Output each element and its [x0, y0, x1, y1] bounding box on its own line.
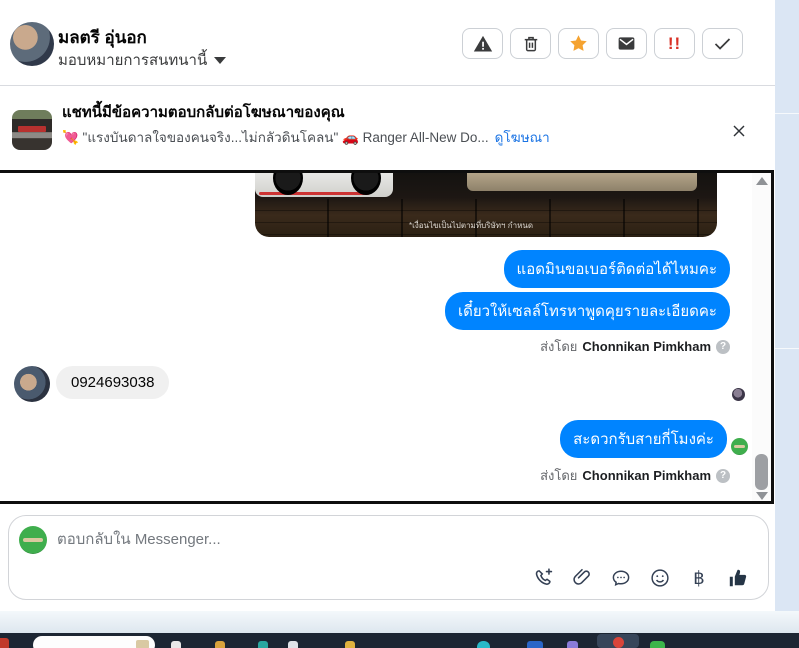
- close-icon: [729, 121, 749, 141]
- conversation-name: มลตรี อุ่นอก: [58, 28, 147, 47]
- message-bubble-outgoing[interactable]: เดี๋ยวให้เซลล์โทรหาพูดคุยรายละเอียดคะ: [444, 292, 730, 330]
- conversation-actions: !!: [462, 28, 743, 59]
- taskbar-search-box[interactable]: [33, 636, 155, 648]
- message-bubble-outgoing[interactable]: แอดมินขอเบอร์ติดต่อได้ไหมคะ: [503, 250, 730, 288]
- taskbar-icon[interactable]: [527, 641, 543, 648]
- like-button[interactable]: [726, 566, 750, 590]
- star-icon: [568, 33, 589, 54]
- mark-unread-button[interactable]: [606, 28, 647, 59]
- inbox-window: มลตรี อุ่นอก มอบหมายการสนทนานี้ !! แชทนี…: [0, 0, 799, 648]
- message-bubble-incoming[interactable]: 0924693038: [56, 366, 170, 399]
- attach-button[interactable]: [570, 566, 594, 590]
- taskbar-icon[interactable]: [0, 638, 9, 648]
- assign-conversation-dropdown[interactable]: มอบหมายการสนทนานี้: [58, 48, 227, 72]
- sent-by-label: ส่งโดย: [540, 468, 578, 483]
- search-logo-icon: [136, 640, 149, 648]
- delete-button[interactable]: [510, 28, 551, 59]
- ad-banner-title: แชทนี้มีข้อความตอบกลับต่อโฆษณาของคุณ: [62, 104, 345, 121]
- header-divider: [0, 85, 775, 86]
- saved-replies-button[interactable]: [609, 566, 633, 590]
- help-icon[interactable]: ?: [716, 339, 730, 354]
- chat-scrollbar[interactable]: [752, 173, 771, 501]
- baht-icon: ฿: [693, 567, 705, 588]
- check-icon: [712, 33, 733, 54]
- envelope-icon: [616, 33, 637, 54]
- taskbar-icon[interactable]: [650, 641, 665, 648]
- truck-tan: [467, 173, 697, 191]
- help-icon[interactable]: ?: [716, 468, 730, 483]
- star-button[interactable]: [558, 28, 599, 59]
- avatar[interactable]: [10, 22, 54, 66]
- taskbar-icon[interactable]: [171, 641, 181, 648]
- report-button[interactable]: [462, 28, 503, 59]
- taskbar-icon[interactable]: [258, 641, 268, 648]
- chat-frame-border-bottom: [0, 501, 774, 504]
- assign-label: มอบหมายการสนทนานี้: [58, 52, 208, 69]
- taskbar-icon[interactable]: [215, 641, 225, 648]
- ad-thumbnail[interactable]: [12, 110, 52, 150]
- reply-input[interactable]: [57, 526, 537, 552]
- double-exclamation-icon: !!: [667, 33, 682, 53]
- chat-scrollbar-thumb[interactable]: [755, 454, 768, 490]
- warning-triangle-icon: [472, 33, 494, 55]
- scroll-up-arrow-icon[interactable]: [756, 177, 768, 185]
- ad-image-caption: *เงื่อนไขเป็นไปตามที่บริษัทฯ กำหนด: [408, 221, 534, 230]
- ad-name-text: 💘 "แรงบันดาลใจของคนจริง...ไม่กลัวดินโคลน…: [62, 130, 489, 145]
- sender-name: Chonnikan Pimkham: [582, 339, 711, 354]
- message-bubble-outgoing[interactable]: สะดวกรับสายกี่โมงค่ะ: [560, 420, 727, 458]
- thumbs-up-icon: [726, 566, 750, 590]
- page-avatar-small: [731, 438, 748, 455]
- taskbar-icon[interactable]: [477, 641, 490, 648]
- paperclip-icon: [571, 567, 593, 589]
- mark-done-button[interactable]: [702, 28, 743, 59]
- taskbar-icon[interactable]: [345, 641, 355, 648]
- phone-plus-icon: [532, 567, 554, 589]
- page-avatar: [19, 526, 47, 554]
- smiley-icon: [649, 567, 671, 589]
- sent-by-row: ส่งโดย Chonnikan Pimkham ?: [540, 336, 730, 357]
- reply-composer: ฿: [8, 515, 769, 600]
- sent-by-label: ส่งโดย: [540, 339, 578, 354]
- record-dot-icon: [613, 637, 624, 648]
- ad-banner-subtitle: 💘 "แรงบันดาลใจของคนจริง...ไม่กลัวดินโคลน…: [62, 126, 550, 148]
- payment-button[interactable]: ฿: [687, 566, 711, 590]
- sender-name: Chonnikan Pimkham: [582, 468, 711, 483]
- chat-frame-border-right: [771, 170, 774, 504]
- view-ad-link[interactable]: ดูโฆษณา: [495, 130, 550, 145]
- browser-scrollbar[interactable]: [775, 0, 799, 633]
- sender-avatar[interactable]: [14, 366, 50, 402]
- comment-dots-icon: [610, 567, 632, 589]
- caret-down-icon: [214, 56, 227, 64]
- call-button[interactable]: [531, 566, 555, 590]
- taskbar-icon[interactable]: [567, 641, 578, 648]
- emoji-button[interactable]: [648, 566, 672, 590]
- seen-receipt-avatar: [732, 388, 745, 401]
- window-bottom-edge: [0, 611, 799, 633]
- scroll-down-arrow-icon[interactable]: [756, 492, 768, 500]
- taskbar-icon[interactable]: [288, 641, 298, 648]
- ad-image[interactable]: *เงื่อนไขเป็นไปตามที่บริษัทฯ กำหนด: [255, 173, 717, 237]
- mark-important-button[interactable]: !!: [654, 28, 695, 59]
- taskbar-active-app[interactable]: [597, 634, 639, 648]
- banner-close-button[interactable]: [727, 119, 751, 143]
- trash-icon: [521, 34, 541, 54]
- sent-by-row: ส่งโดย Chonnikan Pimkham ?: [540, 465, 730, 486]
- composer-toolbar: ฿: [531, 566, 750, 590]
